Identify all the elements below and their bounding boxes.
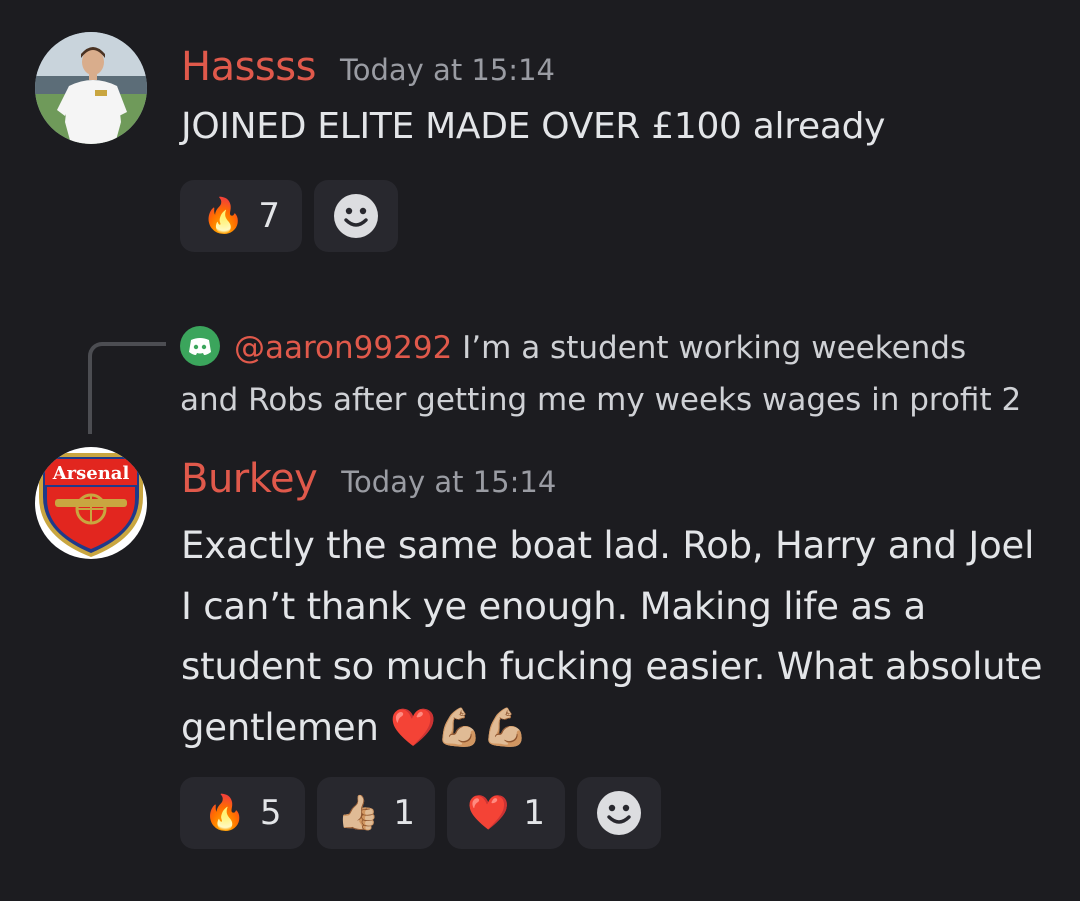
fire-icon: 🔥 bbox=[203, 793, 246, 833]
message-header: Burkey Today at 15:14 bbox=[181, 456, 556, 502]
reaction-heart[interactable]: ❤️ 1 bbox=[447, 777, 565, 849]
arsenal-crest-avatar-icon: Arsenal bbox=[35, 447, 147, 559]
add-reaction-button[interactable] bbox=[314, 180, 398, 252]
reaction-thumbs-up[interactable]: 👍🏼 1 bbox=[317, 777, 435, 849]
heart-icon: ❤️ bbox=[467, 793, 510, 833]
username[interactable]: Hassss bbox=[181, 44, 316, 90]
discord-icon bbox=[180, 325, 220, 366]
reaction-bar: 🔥 7 bbox=[180, 180, 398, 252]
add-reaction-button[interactable] bbox=[577, 777, 661, 849]
reply-mention[interactable]: @aaron99292 bbox=[234, 330, 452, 366]
message-text: Exactly the same boat lad. Rob, Harry an… bbox=[181, 516, 1042, 758]
user-avatar[interactable] bbox=[35, 32, 147, 144]
reply-preview[interactable]: @aaron99292 I’m a student working weeken… bbox=[180, 322, 1021, 426]
timestamp: Today at 15:14 bbox=[339, 53, 555, 87]
reaction-count: 7 bbox=[258, 196, 280, 236]
reply-connector bbox=[88, 342, 166, 434]
message-line: gentlemen ❤️💪🏼💪🏼 bbox=[181, 705, 528, 749]
crest-label: Arsenal bbox=[52, 463, 130, 484]
message-line: student so much fucking easier. What abs… bbox=[181, 645, 1043, 688]
message-header: Hassss Today at 15:14 bbox=[181, 44, 555, 90]
message-text: JOINED ELITE MADE OVER £100 already bbox=[181, 106, 886, 147]
reaction-count: 1 bbox=[523, 793, 545, 833]
reply-text-line2: and Robs after getting me my weeks wages… bbox=[180, 382, 1022, 418]
reaction-fire[interactable]: 🔥 7 bbox=[180, 180, 302, 252]
reaction-count: 5 bbox=[259, 793, 282, 833]
reaction-fire[interactable]: 🔥 5 bbox=[180, 777, 305, 849]
thumbs-up-icon: 👍🏼 bbox=[337, 793, 380, 833]
smiley-icon bbox=[597, 791, 641, 835]
reaction-bar: 🔥 5 👍🏼 1 ❤️ 1 bbox=[180, 777, 661, 849]
message-line: I can’t thank ye enough. Making life as … bbox=[181, 584, 926, 628]
timestamp: Today at 15:14 bbox=[341, 465, 557, 499]
footballer-avatar-icon bbox=[35, 32, 147, 144]
smiley-icon bbox=[334, 194, 378, 238]
fire-icon: 🔥 bbox=[202, 196, 245, 236]
user-avatar[interactable]: Arsenal bbox=[35, 447, 147, 559]
message-line: Exactly the same boat lad. Rob, Harry an… bbox=[181, 524, 1035, 567]
reply-text-line1: I’m a student working weekends bbox=[452, 330, 967, 366]
username[interactable]: Burkey bbox=[181, 456, 318, 502]
reaction-count: 1 bbox=[393, 793, 415, 833]
